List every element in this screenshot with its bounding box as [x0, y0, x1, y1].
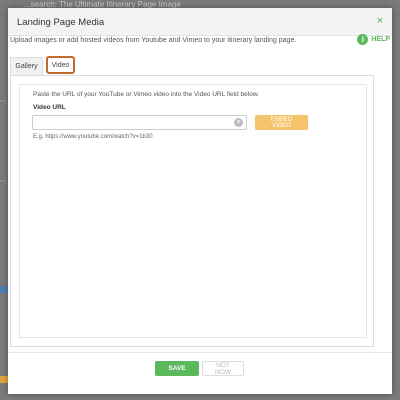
- clear-icon[interactable]: ×: [234, 118, 243, 127]
- embed-video-button[interactable]: EMBED VIDEO: [255, 115, 308, 130]
- close-icon[interactable]: ×: [377, 15, 383, 27]
- help-label: HELP: [371, 36, 390, 43]
- video-url-example: E.g. https://www.youtube.com/watch?v=1b3…: [33, 134, 153, 140]
- video-url-input[interactable]: [32, 115, 247, 130]
- footer-divider: [8, 352, 392, 353]
- video-instructions: Paste the URL of your YouTube or Vimeo v…: [33, 91, 259, 98]
- background-line: [0, 180, 6, 182]
- help-link[interactable]: i HELP: [357, 34, 390, 45]
- video-url-label: Video URL: [33, 104, 66, 111]
- dialog-title: Landing Page Media: [17, 17, 105, 28]
- tab-gallery[interactable]: Gallery: [10, 57, 43, 75]
- background-marker: [0, 376, 8, 383]
- dialog-intro-text: Upload images or add hosted videos from …: [10, 37, 297, 44]
- tab-video[interactable]: Video: [46, 56, 75, 74]
- dialog-header: Landing Page Media ×: [8, 8, 392, 36]
- not-now-button[interactable]: NOT NOW: [202, 361, 244, 376]
- background-marker: [0, 286, 8, 293]
- save-button[interactable]: SAVE: [155, 361, 199, 376]
- info-icon: i: [357, 34, 369, 45]
- background-line: [0, 100, 6, 102]
